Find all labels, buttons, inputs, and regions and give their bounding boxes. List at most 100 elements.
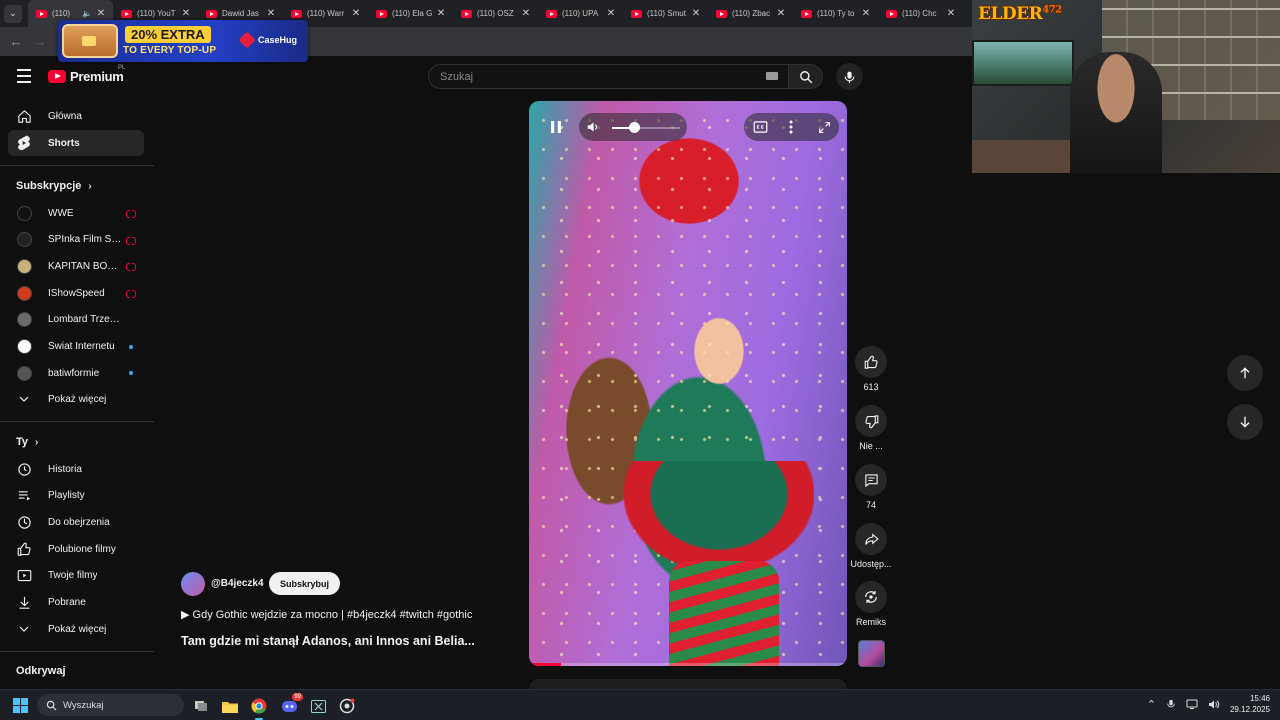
close-tab-icon[interactable]: ✕ — [945, 8, 957, 19]
windows-taskbar: Wyszukaj 99 ⌃ 15:46 29.12.2025 — [0, 689, 1280, 720]
clock-time: 15:46 — [1249, 694, 1270, 703]
sidebar-item-you[interactable]: Twoje filmy — [8, 563, 144, 589]
channel-name[interactable]: @B4jeczk4 — [211, 578, 264, 589]
tab-audio-icon[interactable]: 🔈 — [82, 9, 92, 18]
microphone-tray-icon[interactable] — [1166, 698, 1176, 710]
forward-button[interactable]: → — [30, 32, 50, 52]
ad-headline: 20% EXTRA — [125, 26, 211, 43]
comment-count: 74 — [865, 500, 876, 510]
browser-tab[interactable]: (110) UPA ✕ — [538, 0, 623, 27]
video-description-link[interactable]: ▶ Gdy Gothic wejdzie za mocno | #b4jeczk… — [181, 608, 472, 621]
sidebar-item-you[interactable]: Do obejrzenia — [8, 509, 144, 535]
browser-tab[interactable]: (110) Smut ✕ — [623, 0, 708, 27]
sound-source-thumbnail[interactable] — [858, 640, 885, 667]
menu-button[interactable] — [12, 64, 36, 88]
show-more-you[interactable]: Pokaż więcej — [8, 616, 144, 642]
browser-tab[interactable]: (110) Zbac ✕ — [708, 0, 793, 27]
volume-tray-icon[interactable] — [1208, 699, 1220, 710]
folder-icon — [222, 701, 238, 713]
video-title[interactable]: Tam gdzie mi stanął Adanos, ani Innos an… — [181, 634, 475, 648]
you-heading[interactable]: Ty › — [16, 436, 38, 448]
taskbar-search-input[interactable]: Wyszukaj — [37, 694, 184, 716]
sidebar-item-you[interactable]: Polubione filmy — [8, 536, 144, 562]
windows-start-button[interactable] — [13, 698, 28, 713]
file-explorer-button[interactable] — [218, 694, 242, 718]
search-button[interactable] — [789, 64, 823, 89]
close-tab-icon[interactable]: ✕ — [95, 8, 107, 19]
close-tab-icon[interactable]: ✕ — [265, 8, 277, 19]
voice-search-button[interactable] — [836, 63, 863, 90]
sidebar-item-shorts[interactable]: Shorts — [8, 130, 144, 156]
subscribe-button[interactable]: Subskrybuj — [269, 572, 341, 595]
volume-slider-handle[interactable] — [628, 122, 640, 133]
close-tab-icon[interactable]: ✕ — [605, 8, 617, 19]
sidebar-item-you[interactable]: Playlisty — [8, 483, 144, 509]
subscription-item[interactable]: Świat Internetu — [8, 334, 144, 360]
previous-short-button[interactable] — [1227, 355, 1263, 391]
show-more-subscriptions[interactable]: Pokaż więcej — [8, 386, 144, 412]
channel-avatar[interactable] — [181, 572, 205, 596]
remix-button[interactable] — [855, 581, 887, 613]
subscription-item[interactable]: SPInka Film Studio — [8, 227, 144, 253]
subscription-item[interactable]: Lombard Trzebnica — [8, 307, 144, 333]
subscription-item[interactable]: WWE — [8, 200, 144, 226]
close-tab-icon[interactable]: ✕ — [860, 8, 872, 19]
app-window-icon — [310, 699, 326, 713]
tab-search-button[interactable]: ⌄ — [4, 4, 22, 23]
streaming-app-button[interactable] — [335, 694, 359, 718]
sidebar-divider — [0, 651, 154, 652]
comments-button[interactable] — [855, 464, 887, 496]
webcam-aquarium — [972, 40, 1074, 86]
back-button[interactable]: ← — [6, 32, 26, 52]
expand-icon — [818, 121, 830, 133]
close-tab-icon[interactable]: ✕ — [690, 8, 702, 19]
sidebar-item-label: Pokaż więcej — [48, 393, 107, 405]
thumbs-up-icon — [864, 355, 878, 369]
xbox-app-button[interactable] — [306, 694, 330, 718]
browser-tab[interactable]: (110) Ty to ✕ — [793, 0, 878, 27]
sidebar-item-home[interactable]: Główna — [8, 103, 144, 129]
live-indicator-icon — [126, 210, 136, 218]
close-tab-icon[interactable]: ✕ — [350, 8, 362, 19]
subscriptions-heading[interactable]: Subskrypcje › — [16, 180, 92, 192]
shorts-video-player[interactable] — [529, 101, 847, 666]
remix-label: Remiks — [855, 617, 886, 627]
browser-tab[interactable]: (110) Chc ✕ — [878, 0, 963, 27]
youtube-favicon-icon — [36, 9, 47, 18]
task-view-icon — [195, 701, 207, 711]
channel-avatar — [16, 312, 32, 328]
close-tab-icon[interactable]: ✕ — [520, 8, 532, 19]
next-short-button[interactable] — [1227, 404, 1263, 440]
close-tab-icon[interactable]: ✕ — [435, 8, 447, 19]
next-short-preview[interactable] — [529, 679, 847, 689]
chevron-up-icon[interactable]: ⌃ — [1147, 698, 1156, 711]
more-options-button[interactable] — [783, 117, 799, 137]
youtube-logo[interactable]: Premium PL — [48, 65, 125, 84]
sidebar-item-you[interactable]: Pobrane — [8, 590, 144, 616]
share-button[interactable] — [855, 523, 887, 555]
search-input[interactable]: Szukaj — [428, 64, 789, 89]
discord-notification-badge: 99 — [292, 693, 303, 701]
streamer-logo-text: ELDER — [978, 4, 1043, 24]
browser-tab[interactable]: (110) OSZ ✕ — [453, 0, 538, 27]
sidebar-item-you[interactable]: Historia — [8, 456, 144, 482]
like-button[interactable] — [855, 346, 887, 378]
pause-button[interactable] — [546, 117, 566, 137]
subscription-item[interactable]: IShowSpeed — [8, 280, 144, 306]
expand-button[interactable] — [815, 117, 833, 137]
close-tab-icon[interactable]: ✕ — [775, 8, 787, 19]
subscription-item[interactable]: batiwformie — [8, 360, 144, 386]
subscription-item[interactable]: KAPITAN BOMBA — [8, 253, 144, 279]
progress-track[interactable] — [529, 663, 847, 666]
network-icon[interactable] — [1186, 699, 1198, 710]
volume-button[interactable] — [584, 117, 602, 137]
chrome-button[interactable] — [247, 694, 271, 720]
close-tab-icon[interactable]: ✕ — [180, 8, 192, 19]
dislike-button[interactable] — [855, 405, 887, 437]
task-view-button[interactable] — [189, 694, 213, 718]
browser-tab[interactable]: (110) Ela G ✕ — [368, 0, 453, 27]
discord-button[interactable]: 99 — [277, 693, 303, 718]
keyboard-icon[interactable] — [766, 72, 778, 80]
captions-button[interactable] — [751, 117, 769, 137]
clock[interactable]: 15:46 29.12.2025 — [1230, 693, 1270, 715]
